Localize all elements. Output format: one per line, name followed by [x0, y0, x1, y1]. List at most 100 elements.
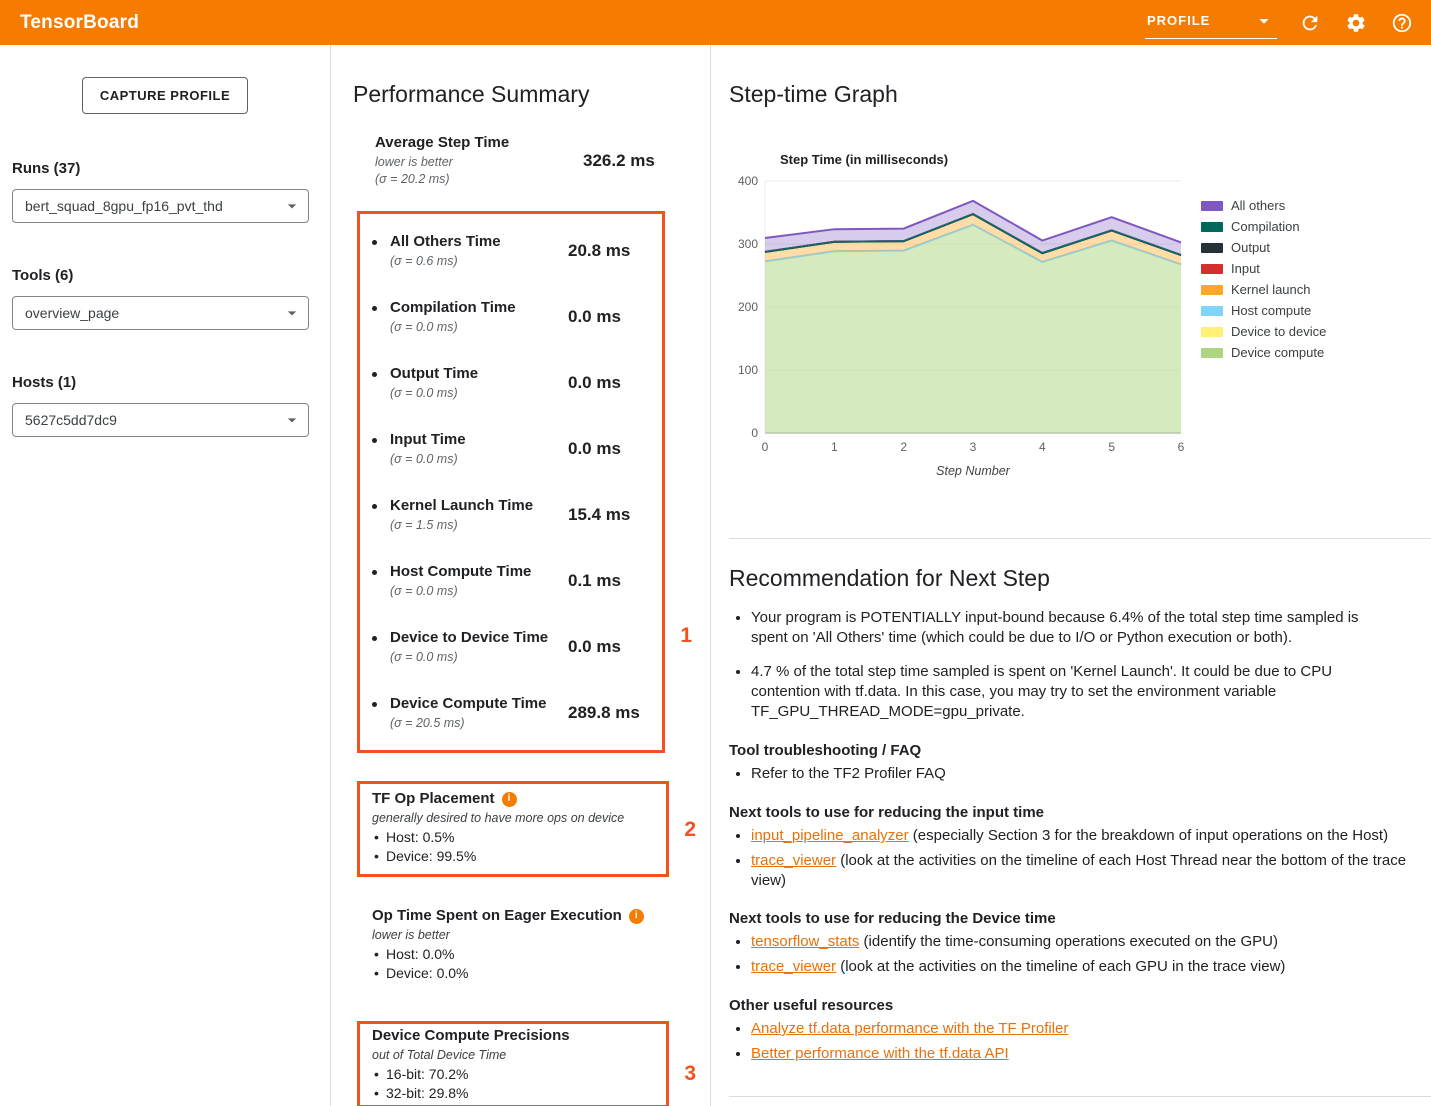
annotation-1: 1 [680, 624, 692, 648]
step-time-graph-title: Step-time Graph [729, 81, 1431, 108]
metric-row: Output Time (σ = 0.0 ms) 0.0 ms [360, 350, 662, 416]
bullet-dot [372, 636, 377, 641]
tools-select-value: overview_page [25, 305, 119, 321]
legend-item: Host compute [1201, 300, 1326, 321]
bullet-dot [372, 306, 377, 311]
legend-swatch [1201, 201, 1223, 211]
dashboard-selector[interactable]: PROFILE [1145, 7, 1277, 39]
svg-text:400: 400 [738, 174, 758, 188]
device-tools-heading: Next tools to use for reducing the Devic… [729, 910, 1407, 927]
help-button[interactable] [1389, 10, 1415, 36]
legend-swatch [1201, 285, 1223, 295]
legend-item: Output [1201, 237, 1326, 258]
legend-label: Input [1231, 261, 1260, 276]
metric-name: Output Time [390, 365, 568, 384]
runs-label: Runs (37) [12, 160, 330, 177]
info-icon[interactable]: i [502, 792, 517, 807]
legend-label: Device to device [1231, 324, 1326, 339]
metric-value: 0.0 ms [568, 439, 656, 459]
tools-select[interactable]: overview_page [12, 296, 309, 330]
hosts-select-value: 5627c5dd7dc9 [25, 412, 117, 428]
tool-link-item: trace_viewer (look at the activities on … [751, 851, 1407, 891]
resource-link-item: Analyze tf.data performance with the TF … [751, 1019, 1407, 1039]
resources-heading: Other useful resources [729, 997, 1407, 1014]
metric-name: Device Compute Time [390, 695, 568, 714]
annotation-box-2: TF Op Placement i generally desired to h… [357, 781, 669, 877]
metric-value: 289.8 ms [568, 703, 656, 723]
metric-name: Compilation Time [390, 299, 568, 318]
eager-execution-note: lower is better [372, 928, 672, 943]
metric-value: 0.0 ms [568, 373, 656, 393]
metric-value: 15.4 ms [568, 505, 656, 525]
app-title: TensorBoard [20, 12, 139, 34]
bullet-dot [372, 240, 377, 245]
settings-button[interactable] [1343, 10, 1369, 36]
faq-item: Refer to the TF2 Profiler FAQ [751, 764, 1407, 784]
legend-item: Device to device [1201, 321, 1326, 342]
metric-sigma: (σ = 0.0 ms) [390, 320, 568, 335]
recommendation-bullet: Your program is POTENTIALLY input-bound … [751, 608, 1399, 649]
annotation-box-3: Device Compute Precisions out of Total D… [357, 1021, 669, 1106]
resources-list: Analyze tf.data performance with the TF … [729, 1019, 1407, 1064]
trace-viewer-link[interactable]: trace_viewer [751, 958, 836, 975]
svg-text:200: 200 [738, 300, 758, 314]
tf-op-placement-device: Device: 99.5% [372, 847, 654, 866]
tfdata-api-link[interactable]: Better performance with the tf.data API [751, 1045, 1009, 1062]
tool-link-desc: (look at the activities on the timeline … [836, 958, 1285, 975]
refresh-icon [1299, 12, 1321, 34]
dashboard-selector-value: PROFILE [1147, 13, 1210, 28]
device-precisions-16bit: 16-bit: 70.2% [372, 1065, 654, 1084]
tool-link-desc: (identify the time-consuming operations … [859, 933, 1278, 950]
sidebar: CAPTURE PROFILE Runs (37) bert_squad_8gp… [0, 45, 331, 1106]
info-icon[interactable]: i [629, 909, 644, 924]
chevron-down-icon [282, 410, 302, 430]
hosts-select[interactable]: 5627c5dd7dc9 [12, 403, 309, 437]
tool-link-desc: (especially Section 3 for the breakdown … [909, 827, 1388, 844]
input-pipeline-analyzer-link[interactable]: input_pipeline_analyzer [751, 827, 909, 844]
bullet-dot [372, 438, 377, 443]
legend-label: Host compute [1231, 303, 1311, 318]
recommendation-bullet: 4.7 % of the total step time sampled is … [751, 662, 1399, 723]
reload-button[interactable] [1297, 10, 1323, 36]
input-tools-list: input_pipeline_analyzer (especially Sect… [729, 826, 1407, 890]
svg-text:0: 0 [751, 426, 758, 440]
svg-text:6: 6 [1178, 440, 1185, 454]
legend-item: Kernel launch [1201, 279, 1326, 300]
svg-text:100: 100 [738, 363, 758, 377]
capture-profile-button[interactable]: CAPTURE PROFILE [82, 77, 248, 114]
chevron-down-icon [1253, 10, 1275, 32]
faq-heading: Tool troubleshooting / FAQ [729, 742, 1407, 759]
annotation-box-1: All Others Time (σ = 0.6 ms) 20.8 ms Com… [357, 211, 665, 753]
chart-area: 01002003004000123456Step Number All othe… [729, 173, 1431, 483]
metric-row: Compilation Time (σ = 0.0 ms) 0.0 ms [360, 284, 662, 350]
tfdata-profiler-link[interactable]: Analyze tf.data performance with the TF … [751, 1020, 1068, 1037]
legend-swatch [1201, 222, 1223, 232]
tool-link-item: input_pipeline_analyzer (especially Sect… [751, 826, 1407, 846]
legend-item: Device compute [1201, 342, 1326, 363]
svg-text:2: 2 [900, 440, 907, 454]
device-precisions-32bit: 32-bit: 29.8% [372, 1084, 654, 1103]
chevron-down-icon [282, 303, 302, 323]
svg-text:3: 3 [970, 440, 977, 454]
chart-title: Step Time (in milliseconds) [780, 152, 1431, 167]
tensorflow-stats-link[interactable]: tensorflow_stats [751, 933, 859, 950]
chart-legend: All others Compilation Output Input Kernel l… [1201, 173, 1326, 483]
metric-row: Input Time (σ = 0.0 ms) 0.0 ms [360, 416, 662, 482]
legend-label: All others [1231, 198, 1285, 213]
metric-sigma: (σ = 0.0 ms) [390, 386, 568, 401]
metric-sigma: (σ = 0.6 ms) [390, 254, 568, 269]
metric-sigma: (σ = 0.0 ms) [390, 584, 568, 599]
legend-item: All others [1201, 195, 1326, 216]
legend-swatch [1201, 243, 1223, 253]
eager-execution-host: Host: 0.0% [372, 945, 672, 964]
legend-item: Compilation [1201, 216, 1326, 237]
runs-select[interactable]: bert_squad_8gpu_fp16_pvt_thd [12, 189, 309, 223]
bullet-dot [372, 702, 377, 707]
legend-label: Output [1231, 240, 1270, 255]
trace-viewer-link[interactable]: trace_viewer [751, 852, 836, 869]
recommendation-section: Recommendation for Next Step Your progra… [729, 539, 1431, 1097]
topbar: TensorBoard PROFILE [0, 0, 1431, 45]
gear-icon [1345, 12, 1367, 34]
step-time-chart: 01002003004000123456Step Number [729, 173, 1189, 483]
legend-label: Device compute [1231, 345, 1324, 360]
